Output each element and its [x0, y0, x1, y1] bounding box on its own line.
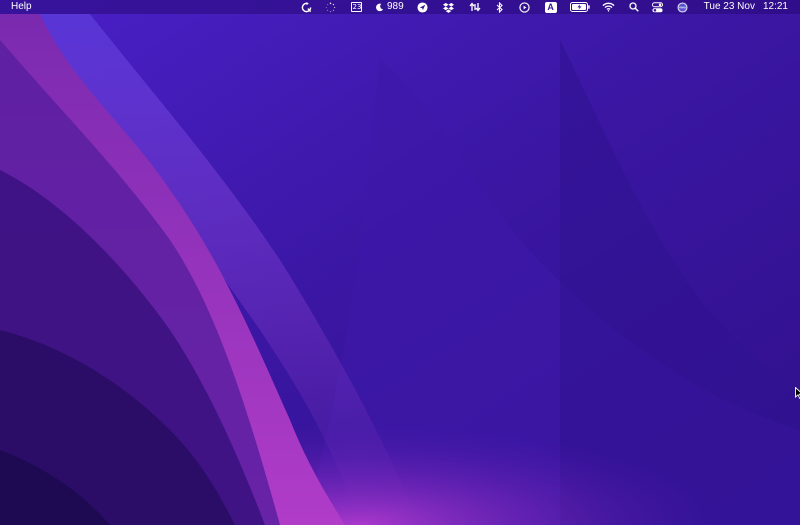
calendar-icon[interactable]: 23	[347, 0, 367, 14]
bluetooth-icon[interactable]	[492, 0, 508, 14]
spinner-icon[interactable]	[319, 0, 343, 14]
control-center-icon[interactable]	[650, 0, 666, 14]
clock-time: 12:21	[762, 1, 788, 12]
input-source-icon[interactable]: A	[542, 0, 560, 14]
input-source-letter: A	[544, 1, 557, 13]
desktop: Help 23 989 A Tue 23 Nov 12:21	[0, 0, 800, 525]
siri-icon[interactable]	[674, 0, 692, 14]
wallpaper	[0, 0, 800, 525]
wifi-icon[interactable]	[600, 0, 618, 14]
sync-icon[interactable]	[297, 0, 317, 14]
dropbox-icon[interactable]	[440, 0, 458, 14]
play-circle-icon[interactable]	[516, 0, 534, 14]
battery-icon[interactable]	[568, 0, 592, 14]
focus-count: 989	[386, 1, 404, 12]
menu-help[interactable]: Help	[11, 0, 32, 14]
moon-icon[interactable]: 989	[375, 0, 404, 14]
location-arrow-icon[interactable]	[414, 0, 432, 14]
clock-date: Tue 23 Nov	[703, 1, 755, 12]
mouse-cursor-icon	[795, 387, 800, 399]
search-icon[interactable]	[626, 0, 642, 14]
menu-bar: Help 23 989 A Tue 23 Nov 12:21	[0, 0, 800, 14]
menu-clock[interactable]: Tue 23 Nov 12:21	[704, 0, 800, 14]
calendar-date: 23	[351, 2, 363, 12]
network-activity-icon[interactable]	[466, 0, 484, 14]
